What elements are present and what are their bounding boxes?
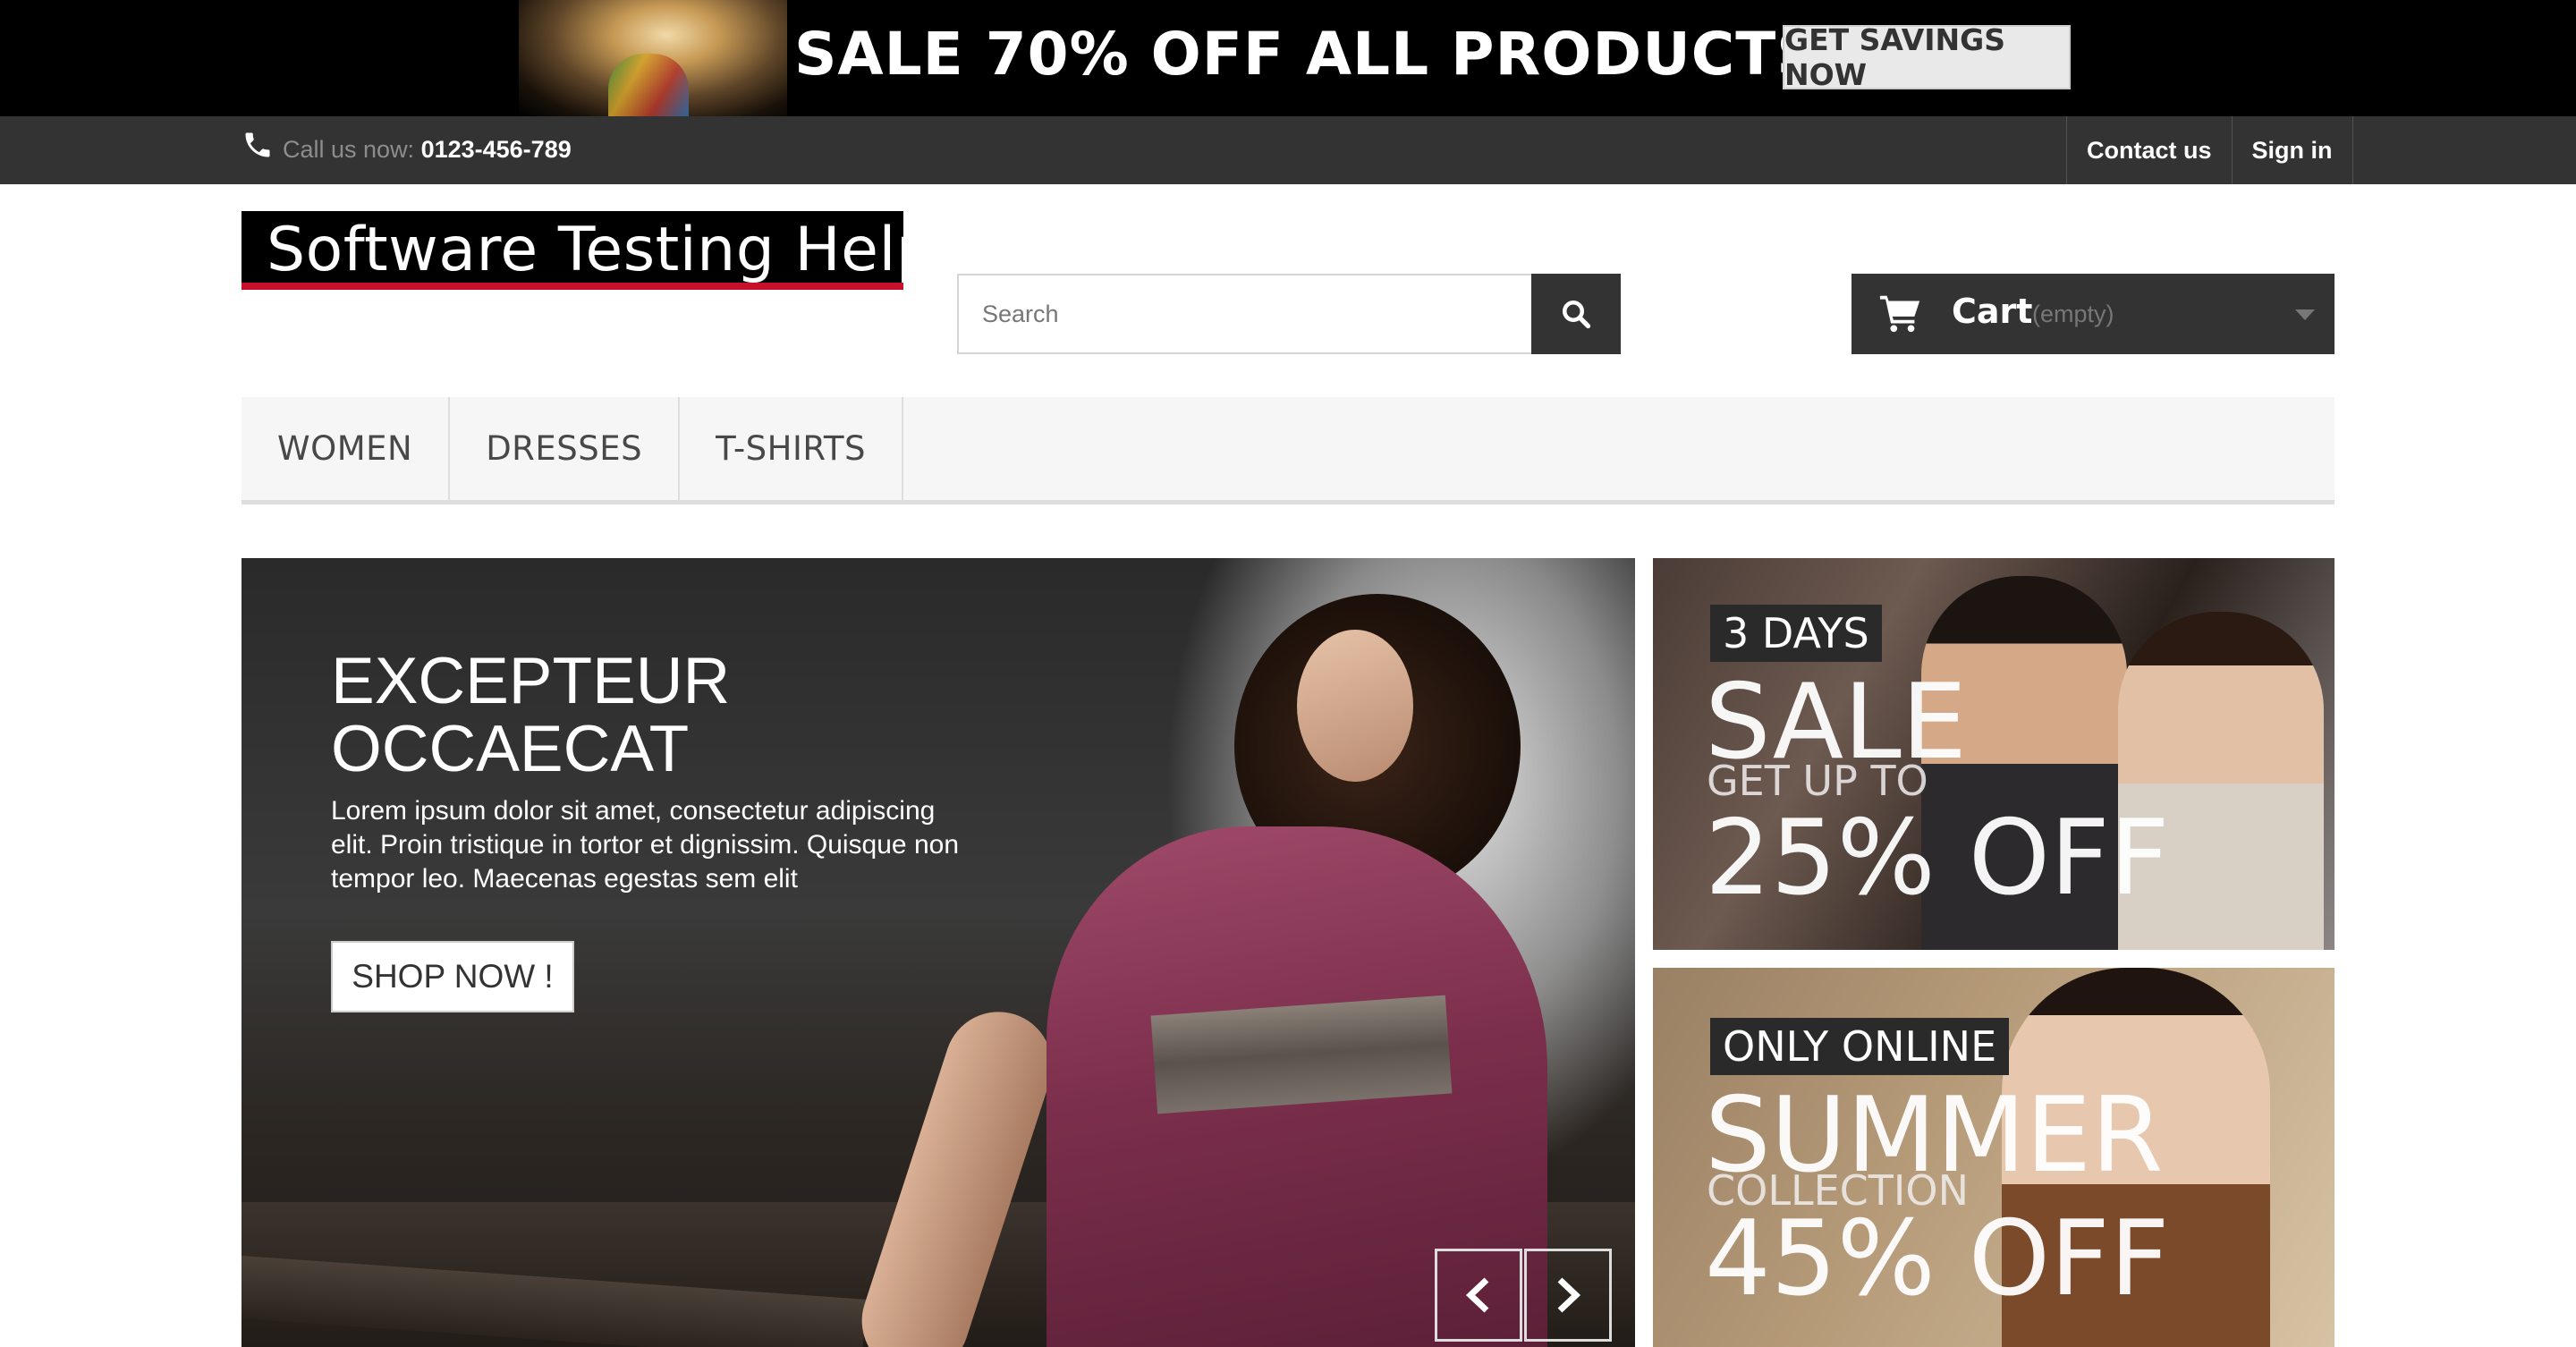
contact-us-link[interactable]: Contact us (2067, 116, 2233, 184)
menu-item-women[interactable]: WOMEN (242, 397, 451, 500)
slider-prev-button[interactable] (1435, 1249, 1522, 1342)
promo-model-image (519, 0, 787, 116)
call-us-label: Call us now: (283, 136, 421, 163)
cart-status: (empty) (2032, 301, 2114, 327)
banner-offer: 25% OFF (1705, 798, 2170, 919)
homepage-slider: EXCEPTEUR OCCAECAT Lorem ipsum dolor sit… (242, 558, 1635, 1347)
top-nav-bar: Call us now: 0123-456-789 Contact us Sig… (0, 116, 2576, 184)
slider-model-face (1297, 630, 1413, 782)
banner-offer: 45% OFF (1705, 1199, 2170, 1319)
sign-in-link[interactable]: Sign in (2233, 116, 2353, 184)
search-bar (957, 274, 1621, 354)
chevron-down-icon (2295, 309, 2315, 320)
chevron-left-icon (1465, 1277, 1489, 1313)
cart-label: Cart (1952, 292, 2033, 331)
menu-item-t-shirts[interactable]: T-SHIRTS (680, 397, 903, 500)
slider-model-belt (1150, 995, 1453, 1114)
shop-now-button[interactable]: SHOP NOW ! (331, 941, 574, 1012)
promo-text: SALE 70% OFF ALL PRODUCTS (794, 20, 1820, 89)
account-links: Contact us Sign in (2066, 116, 2353, 184)
banner-tag: 3 DAYS (1710, 605, 1882, 662)
category-menu: WOMEN DRESSES T-SHIRTS (242, 397, 2334, 504)
sale-banner[interactable]: 3 DAYS SALE GET UP TO 25% OFF (1653, 558, 2334, 950)
slider-next-button[interactable] (1524, 1249, 1612, 1342)
logo-text: Software Testing Help (267, 215, 936, 285)
menu-item-dresses[interactable]: DRESSES (450, 397, 681, 500)
slider-controls (1435, 1249, 1612, 1342)
search-button[interactable] (1531, 274, 1621, 354)
cart-icon (1879, 295, 1920, 333)
search-input[interactable] (957, 274, 1531, 354)
get-savings-button[interactable]: GET SAVINGS NOW (1783, 22, 2071, 92)
phone-icon (245, 132, 270, 157)
slide-title: EXCEPTEUR OCCAECAT (331, 645, 731, 785)
banner-tag: ONLY ONLINE (1710, 1018, 2010, 1075)
site-logo[interactable]: Software Testing Help (242, 211, 935, 290)
call-us-text: Call us now: 0123-456-789 (283, 136, 572, 164)
chevron-right-icon (1557, 1277, 1581, 1313)
promo-banner[interactable]: SALE 70% OFF ALL PRODUCTS GET SAVINGS NO… (0, 0, 2576, 116)
search-icon (1563, 301, 1591, 329)
slide-description: Lorem ipsum dolor sit amet, consectetur … (331, 796, 959, 894)
cart-button[interactable]: Cart (empty) (1852, 274, 2334, 354)
summer-collection-banner[interactable]: ONLY ONLINE SUMMER COLLECTION 45% OFF (1653, 968, 2334, 1347)
phone-number: 0123-456-789 (420, 136, 572, 163)
